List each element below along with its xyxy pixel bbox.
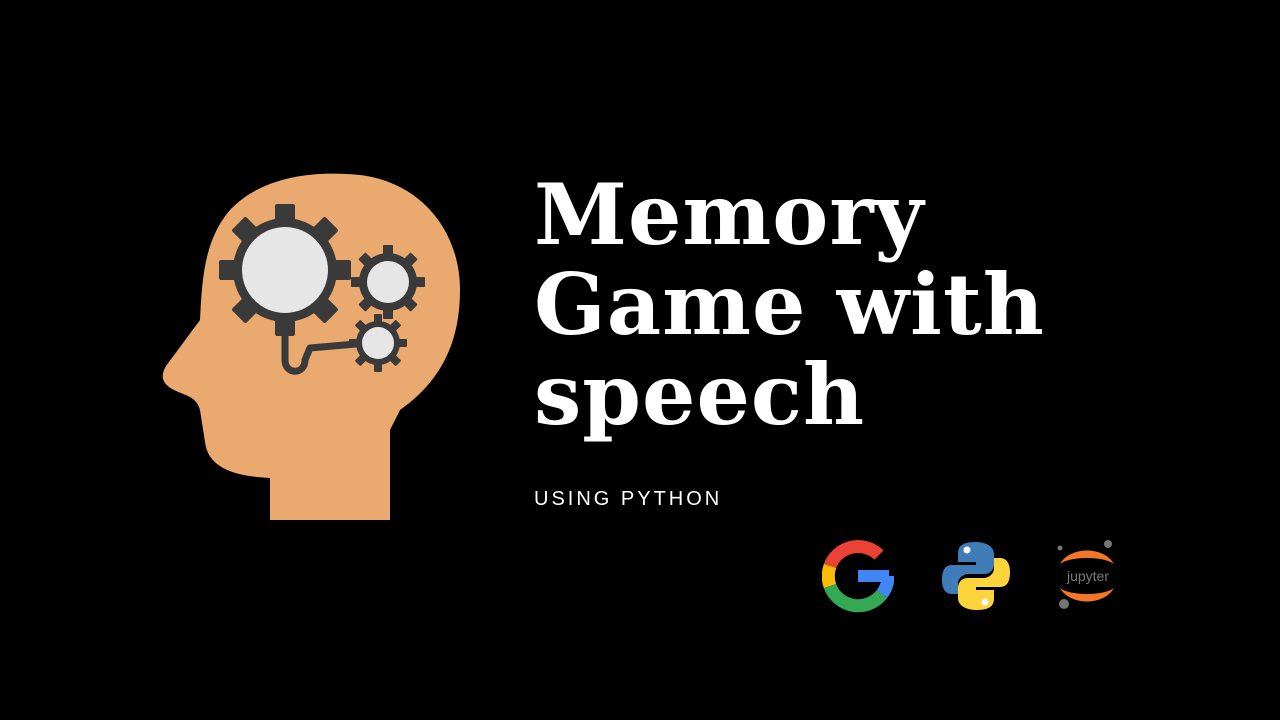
jupyter-icon: jupyter — [1057, 540, 1114, 609]
google-icon — [822, 540, 894, 613]
title-line-2: Game with — [534, 255, 1045, 354]
small-gear-upper — [351, 245, 425, 319]
page-title: Memory Game with speech — [534, 170, 1045, 440]
head-gears-icon — [162, 173, 460, 520]
subtitle: USING PYTHON — [534, 488, 723, 510]
jupyter-label: jupyter — [1066, 568, 1109, 584]
title-line-3: speech — [534, 345, 866, 444]
python-icon — [942, 542, 1010, 610]
title-line-1: Memory — [534, 165, 925, 264]
thumbnail-canvas: Memory Game with speech USING PYTHON jup… — [0, 0, 1280, 720]
